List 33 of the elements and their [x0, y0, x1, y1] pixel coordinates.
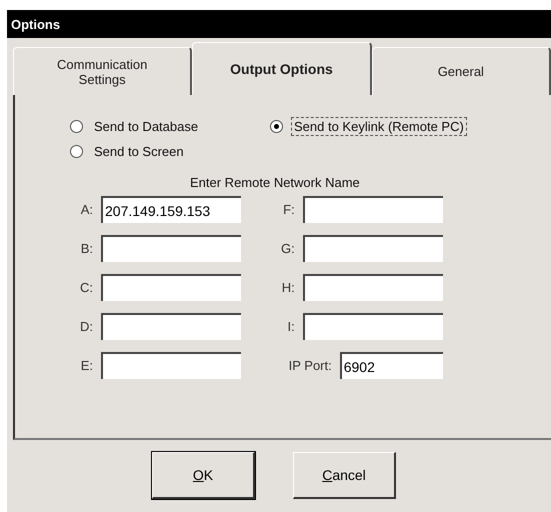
tab[interactable]: Output Options [192, 42, 372, 95]
tab[interactable]: Communication Settings [13, 47, 192, 95]
radio-button[interactable] [70, 120, 83, 133]
field-label: H: [282, 280, 295, 295]
field-label: C: [80, 280, 93, 295]
tab[interactable]: General [372, 47, 551, 95]
cancel-button[interactable]: Cancel [293, 452, 396, 499]
field-label: F: [283, 202, 295, 217]
input-field[interactable] [101, 235, 241, 262]
input-field[interactable] [101, 313, 241, 340]
radio-button[interactable] [270, 120, 283, 133]
input-field[interactable] [302, 235, 443, 262]
field-label: G: [281, 241, 295, 256]
input-field[interactable] [302, 274, 443, 301]
ok-button[interactable]: OK [152, 452, 255, 499]
field-label: D: [80, 319, 93, 334]
field-label: B: [80, 241, 93, 256]
radio-label[interactable]: Send to Screen [91, 142, 187, 161]
field-label: I: [288, 319, 295, 334]
window-title: Options [11, 16, 60, 32]
radio-label[interactable]: Send to Keylink (Remote PC) [291, 117, 467, 136]
input-field[interactable]: 6902 [340, 352, 443, 379]
section-heading: Enter Remote Network Name [190, 175, 361, 190]
input-field[interactable] [101, 274, 241, 301]
radio-button[interactable] [70, 145, 83, 158]
input-field[interactable]: 207.149.159.153 [101, 196, 241, 223]
field-label: IP Port: [288, 358, 332, 373]
input-field[interactable] [302, 313, 443, 340]
field-label: E: [80, 358, 93, 373]
field-label: A: [80, 202, 93, 217]
input-field[interactable] [101, 352, 241, 379]
radio-label[interactable]: Send to Database [91, 117, 202, 136]
input-field[interactable] [302, 196, 443, 223]
